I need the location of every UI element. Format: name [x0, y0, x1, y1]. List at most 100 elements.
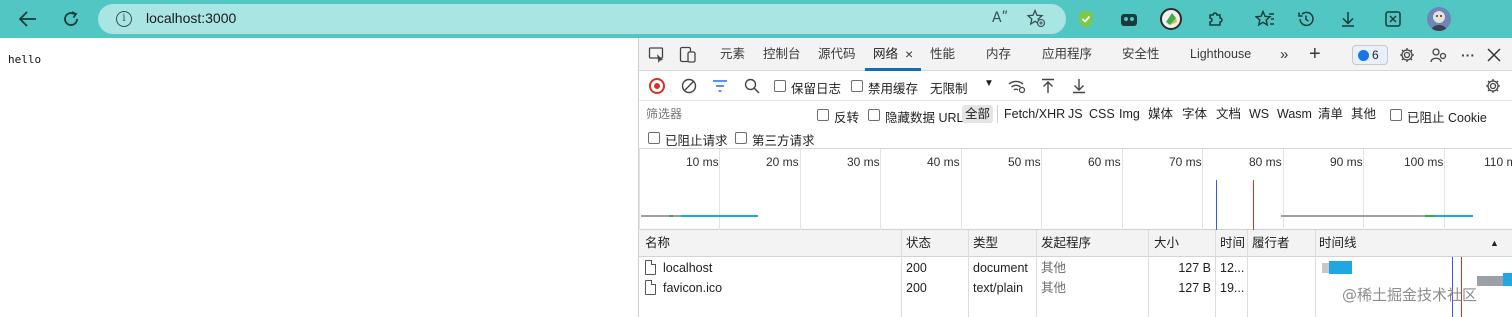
hide-data-urls-checkbox[interactable] — [868, 109, 880, 121]
request-name[interactable]: favicon.ico — [663, 278, 897, 298]
column-name[interactable]: 名称 — [645, 230, 670, 257]
column-waterfall[interactable]: 时间线 — [1319, 230, 1357, 257]
collections-icon[interactable] — [1117, 7, 1141, 31]
throttling-select[interactable]: 无限制 — [930, 78, 968, 97]
throttling-dropdown-icon[interactable]: ▼ — [984, 78, 994, 89]
add-tab-icon[interactable]: + — [1309, 38, 1321, 71]
settings-gear-icon[interactable] — [1398, 46, 1416, 64]
device-emulation-icon[interactable] — [679, 46, 697, 64]
column-status[interactable]: 状态 — [906, 230, 931, 257]
network-overview-timeline[interactable]: 10 ms 20 ms 30 ms 40 ms 50 ms 60 ms 70 m… — [639, 149, 1512, 230]
clear-icon[interactable] — [680, 77, 698, 95]
overview-grid-line — [1122, 149, 1123, 230]
type-filter-css[interactable]: CSS — [1086, 105, 1118, 123]
more-tabs-icon[interactable]: » — [1280, 38, 1288, 71]
sort-ascending-icon[interactable]: ▲ — [1490, 230, 1499, 257]
column-initiator[interactable]: 发起程序 — [1041, 230, 1091, 257]
preserve-log-checkbox[interactable] — [774, 80, 786, 92]
disable-cache-checkbox[interactable] — [851, 80, 863, 92]
tab-console[interactable]: 控制台 — [763, 38, 801, 71]
feedback-icon[interactable] — [1430, 46, 1448, 64]
type-filter-fetch-xhr[interactable]: Fetch/XHR — [1001, 105, 1068, 123]
history-icon[interactable] — [1294, 7, 1318, 31]
load-event-marker — [1253, 180, 1254, 230]
address-bar[interactable]: i localhost:3000 Aʺ — [98, 4, 1066, 34]
request-status: 200 — [906, 261, 927, 275]
tab-lighthouse[interactable]: Lighthouse — [1190, 38, 1251, 71]
back-arrow-icon[interactable] — [16, 7, 40, 31]
type-filter-other[interactable]: 其他 — [1348, 105, 1379, 123]
green-extension-icon[interactable] — [1160, 8, 1182, 30]
column-time[interactable]: 时间 — [1220, 230, 1245, 257]
filter-icon[interactable] — [711, 77, 729, 95]
overview-time-label: 30 ms — [847, 155, 880, 169]
type-filter-font[interactable]: 字体 — [1179, 105, 1210, 123]
web-page: hello — [0, 38, 638, 317]
page-hello-text: hello — [8, 53, 42, 66]
third-party-checkbox[interactable] — [735, 132, 747, 144]
column-size[interactable]: 大小 — [1154, 230, 1179, 257]
blocked-requests-checkbox[interactable] — [648, 132, 660, 144]
tab-memory[interactable]: 内存 — [986, 38, 1011, 71]
inspect-element-icon[interactable] — [648, 46, 666, 64]
more-options-icon[interactable]: ··· — [1459, 46, 1477, 64]
read-aloud-icon[interactable]: Aʺ — [992, 10, 1008, 26]
blocked-cookies-checkbox[interactable] — [1390, 109, 1402, 121]
tab-network[interactable]: 网络 — [873, 38, 898, 71]
overview-time-label: 90 ms — [1330, 155, 1363, 169]
type-filter-doc[interactable]: 文档 — [1213, 105, 1244, 123]
type-filter-media[interactable]: 媒体 — [1145, 105, 1176, 123]
search-icon[interactable] — [743, 77, 761, 95]
invert-checkbox[interactable] — [817, 109, 829, 121]
network-settings-gear-icon[interactable] — [1484, 77, 1502, 95]
request-initiator: 其他 — [1041, 261, 1067, 275]
refresh-icon[interactable] — [59, 7, 83, 31]
disable-cache-label: 禁用缓存 — [868, 82, 919, 96]
browser-toolbar: i localhost:3000 Aʺ — [0, 0, 1512, 38]
tab-elements[interactable]: 元素 — [720, 38, 745, 71]
type-filter-js[interactable]: JS — [1065, 105, 1086, 123]
overview-grid-line — [1041, 149, 1042, 230]
type-filter-all[interactable]: 全部 — [962, 105, 994, 123]
column-fulfilled-by[interactable]: 履行者 — [1252, 230, 1290, 257]
filter-input[interactable] — [642, 104, 806, 124]
issues-badge[interactable]: 6 — [1352, 45, 1388, 65]
type-filter-img[interactable]: Img — [1116, 105, 1143, 123]
stop-recording-button[interactable] — [649, 78, 665, 94]
downloads-icon[interactable] — [1336, 7, 1360, 31]
request-time: 12... — [1220, 261, 1245, 275]
waterfall-download-bar — [1329, 261, 1352, 274]
document-file-icon — [645, 280, 656, 295]
type-filter-manifest[interactable]: 清单 — [1315, 105, 1346, 123]
screenshot-icon[interactable] — [1381, 7, 1405, 31]
tab-application[interactable]: 应用程序 — [1042, 38, 1092, 71]
type-filter-ws[interactable]: WS — [1246, 105, 1272, 123]
extensions-icon[interactable] — [1203, 7, 1227, 31]
overview-time-label: 20 ms — [766, 155, 799, 169]
site-info-icon[interactable]: i — [116, 11, 132, 27]
third-party-label: 第三方请求 — [752, 134, 815, 148]
close-devtools-icon[interactable] — [1485, 46, 1503, 64]
import-har-icon[interactable] — [1039, 77, 1057, 95]
shield-extension-icon[interactable] — [1074, 7, 1098, 31]
profile-avatar[interactable] — [1427, 7, 1451, 31]
close-tab-icon[interactable]: × — [905, 38, 913, 71]
network-conditions-icon[interactable] — [1008, 77, 1026, 95]
add-favorite-icon[interactable] — [1026, 8, 1046, 31]
overview-grid-line — [1283, 149, 1284, 230]
type-filter-wasm[interactable]: Wasm — [1274, 105, 1315, 123]
tab-performance[interactable]: 性能 — [930, 38, 955, 71]
request-name[interactable]: localhost — [663, 258, 897, 278]
column-type[interactable]: 类型 — [973, 230, 998, 257]
overview-grid-line — [639, 149, 640, 230]
overview-request-connect — [1425, 215, 1435, 217]
waterfall-queue-bar — [1477, 276, 1503, 286]
export-har-icon[interactable] — [1070, 77, 1088, 95]
table-row[interactable]: localhost 200 document 其他 127 B 12... — [639, 258, 1512, 278]
request-type: document — [973, 261, 1028, 275]
favorites-icon[interactable] — [1253, 7, 1277, 31]
table-header: 名称 状态 类型 发起程序 大小 时间 履行者 时间线 ▲ — [639, 230, 1512, 257]
tab-sources[interactable]: 源代码 — [818, 38, 856, 71]
address-url[interactable]: localhost:3000 — [146, 10, 236, 26]
tab-security[interactable]: 安全性 — [1122, 38, 1160, 71]
